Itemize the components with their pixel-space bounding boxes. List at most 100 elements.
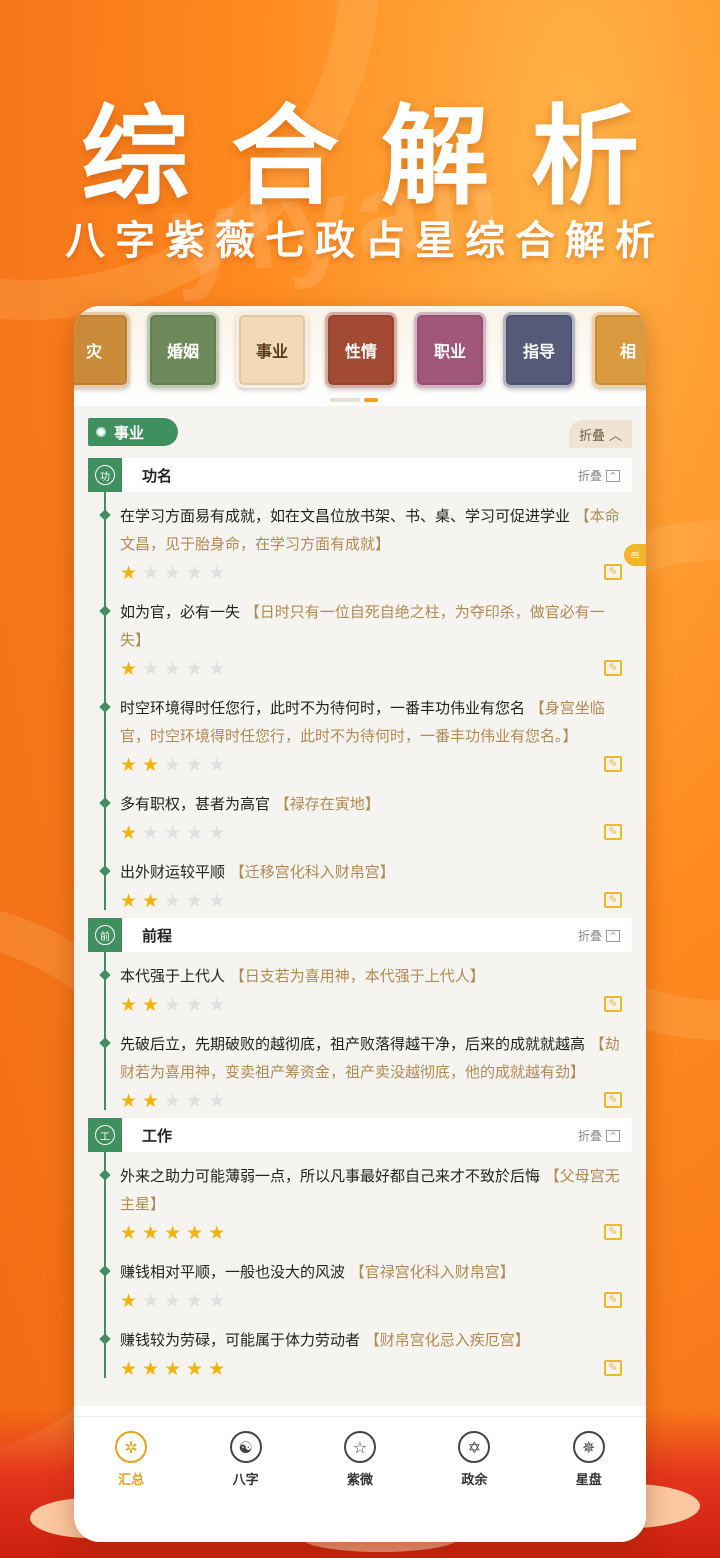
chevron-up-icon: ︿ (608, 428, 622, 444)
subsection-header: 工 工作 折叠 ^ (88, 1118, 632, 1152)
item-statement: 外来之助力可能薄弱一点，所以凡事最好都自己来才不致於后悔 (120, 1167, 541, 1185)
rating-star-icon: ★ (120, 1357, 138, 1380)
timeline-dot (99, 1333, 111, 1345)
tag-dot-icon (96, 427, 106, 437)
tab-4[interactable]: ✵ 星盘 (544, 1431, 634, 1488)
edit-icon[interactable]: ✎ (604, 1224, 622, 1240)
analysis-content: 事业 折叠 ︿ 功 功名 折叠 ^ 在学习方面易有成就，如在文昌位放书架、书、桌… (74, 406, 646, 1406)
category-label: 灾 (85, 342, 102, 361)
collapse-icon: ^ (606, 1129, 620, 1142)
item-footer: ★ ★ ★ ★ ★ ✎ (120, 654, 622, 684)
item-statement: 如为官，必有一失 (120, 603, 241, 621)
rating-star-icon: ★ (142, 889, 160, 912)
subsection-fold-button[interactable]: 折叠 ^ (578, 1127, 620, 1144)
edit-icon[interactable]: ✎ (604, 996, 622, 1012)
section-tag-label: 事业 (114, 423, 145, 442)
category-label: 职业 (433, 342, 466, 361)
rating-stars: ★ ★ ★ ★ ★ (120, 753, 225, 776)
edit-icon[interactable]: ✎ (604, 824, 622, 840)
analysis-item: 赚钱相对平顺，一般也没大的风波 【官禄宫化科入财帛宫】 ★ ★ ★ ★ ★ ✎ (99, 1248, 622, 1316)
rating-star-icon: ★ (142, 657, 160, 680)
rating-star-icon: ★ (142, 1089, 160, 1112)
category-card-3[interactable]: 性情 (325, 312, 397, 388)
rating-star-icon: ★ (186, 889, 204, 912)
item-text: 先破后立，先期破败的越彻底，祖产败落得越干净，后来的成就就越高 【劫财若为喜用神… (120, 1030, 622, 1086)
taiji-icon: ☯ (229, 1431, 262, 1463)
edit-icon[interactable]: ✎ (604, 1092, 622, 1108)
hero-title: 综合解析 (80, 95, 681, 220)
category-carousel[interactable]: 灾 婚姻 事业 性情 职业 指导 相 (74, 306, 646, 406)
edit-icon[interactable]: ✎ (604, 564, 622, 580)
item-footer: ★ ★ ★ ★ ★ ✎ (120, 750, 622, 780)
subsection-fold-button[interactable]: 折叠 ^ (578, 467, 620, 484)
edit-icon[interactable]: ✎ (604, 1360, 622, 1376)
subsection-header: 前 前程 折叠 ^ (88, 918, 632, 952)
item-statement: 多有职权，甚者为高官 (120, 795, 271, 813)
star-icon: ☆ (343, 1431, 376, 1463)
hero-subtitle: 八字紫薇七政占星综合解析 (65, 218, 665, 264)
edit-icon[interactable]: ✎ (604, 660, 622, 676)
item-statement: 在学习方面易有成就，如在文昌位放书架、书、桌、学习可促进学业 (120, 507, 571, 525)
rating-star-icon: ★ (208, 821, 226, 844)
tab-3[interactable]: ✡ 政余 (429, 1431, 519, 1488)
fold-label: 折叠 (577, 469, 602, 483)
category-card-6[interactable]: 相 (592, 312, 646, 388)
rating-star-icon: ★ (208, 1289, 226, 1312)
rating-star-icon: ★ (164, 993, 182, 1016)
subsection-fold-button[interactable]: 折叠 ^ (578, 927, 620, 944)
rating-stars: ★ ★ ★ ★ ★ (120, 889, 225, 912)
rating-star-icon: ★ (120, 821, 138, 844)
category-label: 事业 (255, 342, 288, 361)
rating-stars: ★ ★ ★ ★ ★ (120, 657, 225, 680)
subsection-items: 外来之助力可能薄弱一点，所以凡事最好都自己来才不致於后悔 【父母宫无主星】 ★ ★… (88, 1152, 632, 1384)
item-statement: 赚钱相对平顺，一般也没大的风波 (120, 1263, 346, 1281)
analysis-item: 多有职权，甚者为高官 【禄存在寅地】 ★ ★ ★ ★ ★ ✎ (99, 780, 622, 848)
item-footer: ★ ★ ★ ★ ★ ✎ (120, 990, 622, 1020)
item-text: 外来之助力可能薄弱一点，所以凡事最好都自己来才不致於后悔 【父母宫无主星】 (120, 1162, 622, 1218)
rating-star-icon: ★ (164, 889, 182, 912)
item-text: 赚钱相对平顺，一般也没大的风波 【官禄宫化科入财帛宫】 (120, 1258, 622, 1286)
subsection-1: 前 前程 折叠 ^ 本代强于上代人 【日支若为喜用神，本代强于上代人】 ★ ★ ★ ★… (88, 918, 632, 1116)
category-card-1[interactable]: 婚姻 (147, 312, 219, 388)
rating-star-icon: ★ (120, 1289, 138, 1312)
subsection-badge: 工 (88, 1118, 122, 1152)
subsection-title: 功名 (142, 466, 173, 485)
timeline-dot (99, 1265, 111, 1277)
rating-star-icon: ★ (186, 657, 204, 680)
tab-0[interactable]: ✲ 汇总 (86, 1431, 176, 1488)
rating-star-icon: ★ (186, 1089, 204, 1112)
rating-star-icon: ★ (120, 753, 138, 776)
analysis-item: 本代强于上代人 【日支若为喜用神，本代强于上代人】 ★ ★ ★ ★ ★ ✎ (99, 952, 622, 1020)
item-statement: 本代强于上代人 (120, 967, 226, 985)
category-card-4[interactable]: 职业 (414, 312, 486, 388)
rating-stars: ★ ★ ★ ★ ★ (120, 993, 225, 1016)
carousel-indicator (330, 398, 378, 402)
rating-star-icon: ★ (186, 1357, 204, 1380)
subsection-header: 功 功名 折叠 ^ (88, 458, 632, 492)
collapse-icon: ^ (606, 469, 620, 482)
rating-star-icon: ★ (208, 1357, 226, 1380)
timeline-dot (99, 1169, 111, 1181)
subsection-title: 前程 (142, 926, 173, 945)
category-card-2[interactable]: 事业 (236, 312, 308, 388)
category-card-5[interactable]: 指导 (503, 312, 575, 388)
item-statement: 赚钱较为劳碌，可能属于体力劳动者 (120, 1331, 361, 1349)
rating-star-icon: ★ (208, 1089, 226, 1112)
home-indicator-area (74, 1502, 646, 1542)
analysis-item: 赚钱较为劳碌，可能属于体力劳动者 【财帛宫化忌入疾厄宫】 ★ ★ ★ ★ ★ ✎ (99, 1316, 622, 1384)
side-menu-tab[interactable]: ≡ (624, 544, 646, 566)
edit-icon[interactable]: ✎ (604, 892, 622, 908)
tab-1[interactable]: ☯ 八字 (201, 1431, 291, 1488)
item-text: 赚钱较为劳碌，可能属于体力劳动者 【财帛宫化忌入疾厄宫】 (120, 1326, 622, 1354)
tab-2[interactable]: ☆ 紫微 (315, 1431, 405, 1488)
section-fold-button[interactable]: 折叠 ︿ (568, 420, 632, 448)
category-card-0[interactable]: 灾 (74, 312, 130, 388)
edit-icon[interactable]: ✎ (604, 1292, 622, 1308)
fold-label: 折叠 (577, 1129, 602, 1143)
item-footer: ★ ★ ★ ★ ★ ✎ (120, 558, 622, 588)
edit-icon[interactable]: ✎ (604, 756, 622, 772)
subsection-items: 本代强于上代人 【日支若为喜用神，本代强于上代人】 ★ ★ ★ ★ ★ ✎ 先破后立，先… (88, 952, 632, 1116)
summary-icon: ✲ (115, 1431, 148, 1463)
category-label: 婚姻 (166, 342, 199, 361)
hexagram-icon: ✡ (458, 1431, 491, 1463)
